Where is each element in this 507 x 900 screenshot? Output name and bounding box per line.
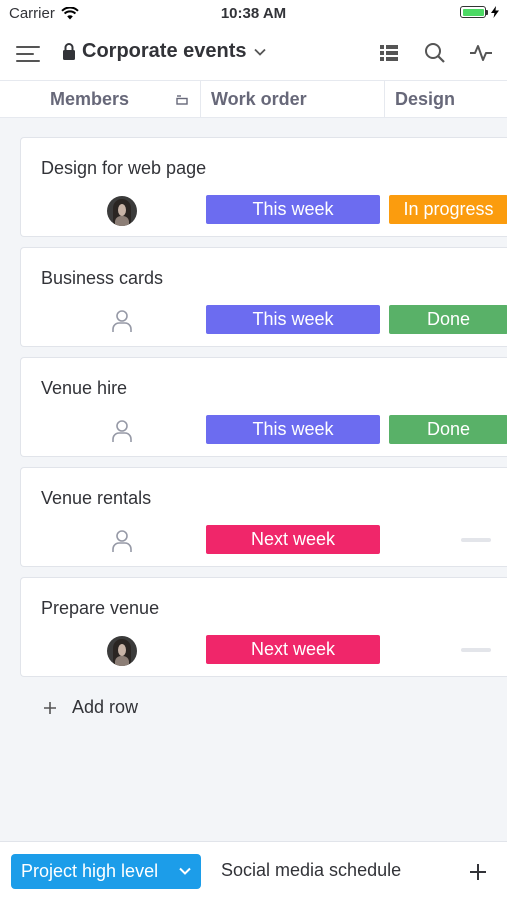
column-members[interactable]: Members xyxy=(0,81,201,117)
add-row-label: Add row xyxy=(72,697,139,717)
tab-project-high-level[interactable]: Project high level xyxy=(11,854,201,889)
column-design-label: Design xyxy=(395,89,456,109)
table-row[interactable]: Design for web page This week In progress xyxy=(20,137,507,237)
chevron-down-icon xyxy=(253,48,266,56)
table-row[interactable]: Prepare venue Next week xyxy=(20,577,507,677)
column-header: Members Work order Design xyxy=(0,80,507,118)
table-row[interactable]: Business cards This week Done xyxy=(20,247,507,347)
design-status[interactable]: Done xyxy=(389,305,507,334)
tab-project-high-level-label: Project high level xyxy=(21,861,159,881)
design-status[interactable]: Done xyxy=(389,415,507,444)
board-rows: Design for web page This week In progress B… xyxy=(20,137,507,687)
row-name[interactable]: Venue rentals xyxy=(41,488,151,509)
lock-icon xyxy=(63,43,75,60)
column-work-order[interactable]: Work order xyxy=(201,81,385,117)
activity-icon[interactable] xyxy=(469,41,493,65)
tab-social-media-schedule[interactable]: Social media schedule xyxy=(221,860,401,881)
column-members-label: Members xyxy=(50,89,130,109)
table-row[interactable]: Venue hire This week Done xyxy=(20,357,507,457)
avatar[interactable] xyxy=(107,636,137,666)
row-name[interactable]: Business cards xyxy=(41,268,163,289)
menu-icon[interactable] xyxy=(16,44,40,64)
add-row-button[interactable]: Add row xyxy=(42,697,138,718)
work-order-status[interactable]: This week xyxy=(206,195,380,224)
design-status-empty[interactable] xyxy=(461,538,491,542)
plus-icon[interactable] xyxy=(468,862,488,882)
column-work-order-label: Work order xyxy=(211,89,307,109)
battery-icon xyxy=(460,6,499,18)
row-name[interactable]: Prepare venue xyxy=(41,598,159,619)
search-icon[interactable] xyxy=(423,41,447,65)
table-row[interactable]: Venue rentals Next week xyxy=(20,467,507,567)
board-header: Corporate events xyxy=(0,28,507,80)
status-time: 10:38 AM xyxy=(220,5,287,22)
work-order-status[interactable]: Next week xyxy=(206,525,380,554)
work-order-status[interactable]: Next week xyxy=(206,635,380,664)
list-view-icon[interactable] xyxy=(377,41,401,65)
avatar[interactable] xyxy=(107,196,137,226)
board-tabs-bar: Project high level Social media schedule xyxy=(0,841,507,900)
status-bar: Carrier 10:38 AM xyxy=(0,0,507,28)
person-icon[interactable] xyxy=(107,416,137,446)
plus-icon xyxy=(44,701,56,714)
row-name[interactable]: Venue hire xyxy=(41,378,127,399)
column-design[interactable]: Design xyxy=(385,81,507,117)
chevron-down-icon[interactable] xyxy=(178,864,192,878)
work-order-status[interactable]: This week xyxy=(206,305,380,334)
row-name[interactable]: Design for web page xyxy=(41,158,206,179)
design-status-empty[interactable] xyxy=(461,648,491,652)
design-status[interactable]: In progress xyxy=(389,195,507,224)
collapse-icon[interactable] xyxy=(176,95,188,105)
board-title: Corporate events xyxy=(82,40,247,62)
board-title-dropdown[interactable]: Corporate events xyxy=(62,40,267,63)
work-order-status[interactable]: This week xyxy=(206,415,380,444)
person-icon[interactable] xyxy=(107,306,137,336)
person-icon[interactable] xyxy=(107,526,137,556)
